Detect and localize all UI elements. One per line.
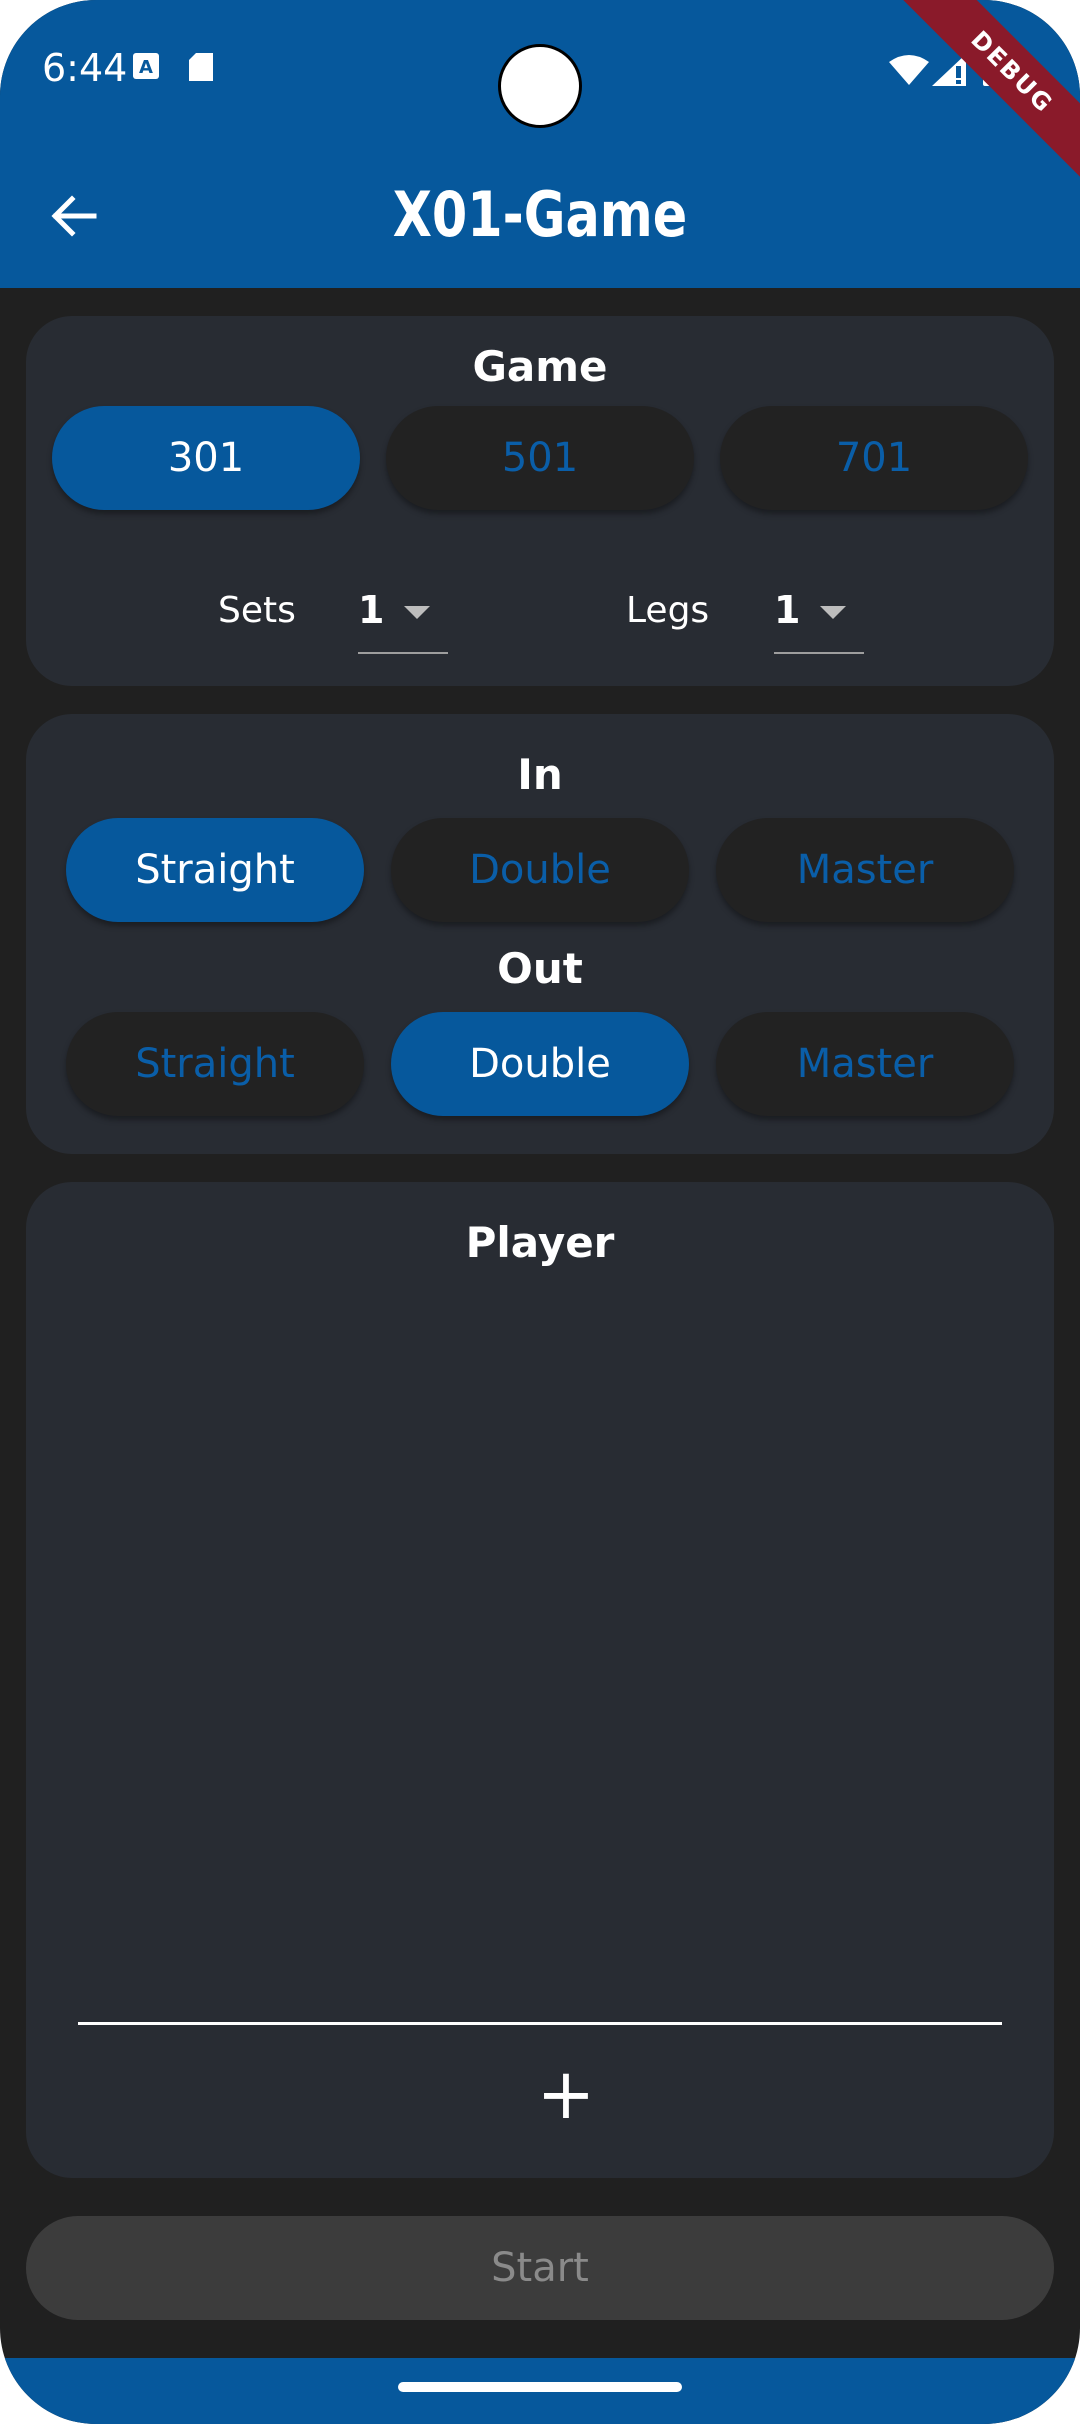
page-title: X01-Game: [392, 178, 688, 251]
out-title: Out: [497, 944, 583, 993]
debug-banner: DEBUG: [901, 0, 1080, 183]
sd-card-icon: [188, 52, 214, 86]
sets-underline: [358, 652, 448, 654]
home-indicator[interactable]: [398, 2382, 682, 2392]
legs-value: 1: [774, 588, 801, 632]
legs-underline: [774, 652, 864, 654]
in-title: In: [517, 750, 563, 799]
game-card-title: Game: [472, 342, 608, 391]
game-option-701[interactable]: 701: [720, 406, 1028, 510]
game-settings-card: Game 301 501 701 Sets 1 Legs 1: [26, 316, 1054, 686]
start-button[interactable]: Start: [26, 2216, 1054, 2320]
legs-label: Legs: [626, 590, 710, 631]
wifi-icon: [888, 54, 930, 90]
caret-down-icon: [820, 606, 846, 619]
game-option-301[interactable]: 301: [52, 406, 360, 510]
phone-screen: 6:44 A DEBUG X01-Game Game 301 501 701 S…: [0, 0, 1080, 2424]
add-player-button[interactable]: +: [516, 2044, 616, 2144]
out-option-master[interactable]: Master: [716, 1012, 1014, 1116]
sets-value: 1: [358, 588, 385, 632]
camera-cutout: [498, 44, 582, 128]
caret-down-icon: [404, 606, 430, 619]
in-option-master[interactable]: Master: [716, 818, 1014, 922]
in-option-straight[interactable]: Straight: [66, 818, 364, 922]
out-option-straight[interactable]: Straight: [66, 1012, 364, 1116]
player-divider: [78, 2022, 1002, 2025]
in-out-card: In Straight Double Master Out Straight D…: [26, 714, 1054, 1154]
player-card: Player +: [26, 1182, 1054, 2178]
svg-text:A: A: [139, 57, 153, 78]
game-option-501[interactable]: 501: [386, 406, 694, 510]
arrow-back-icon[interactable]: [44, 186, 104, 246]
a-notification-icon: A: [132, 52, 160, 84]
in-option-double[interactable]: Double: [391, 818, 689, 922]
app-bar: 6:44 A DEBUG X01-Game: [0, 0, 1080, 288]
player-card-title: Player: [465, 1218, 615, 1267]
status-time: 6:44: [42, 46, 128, 90]
sets-label: Sets: [218, 590, 296, 631]
out-option-double[interactable]: Double: [391, 1012, 689, 1116]
